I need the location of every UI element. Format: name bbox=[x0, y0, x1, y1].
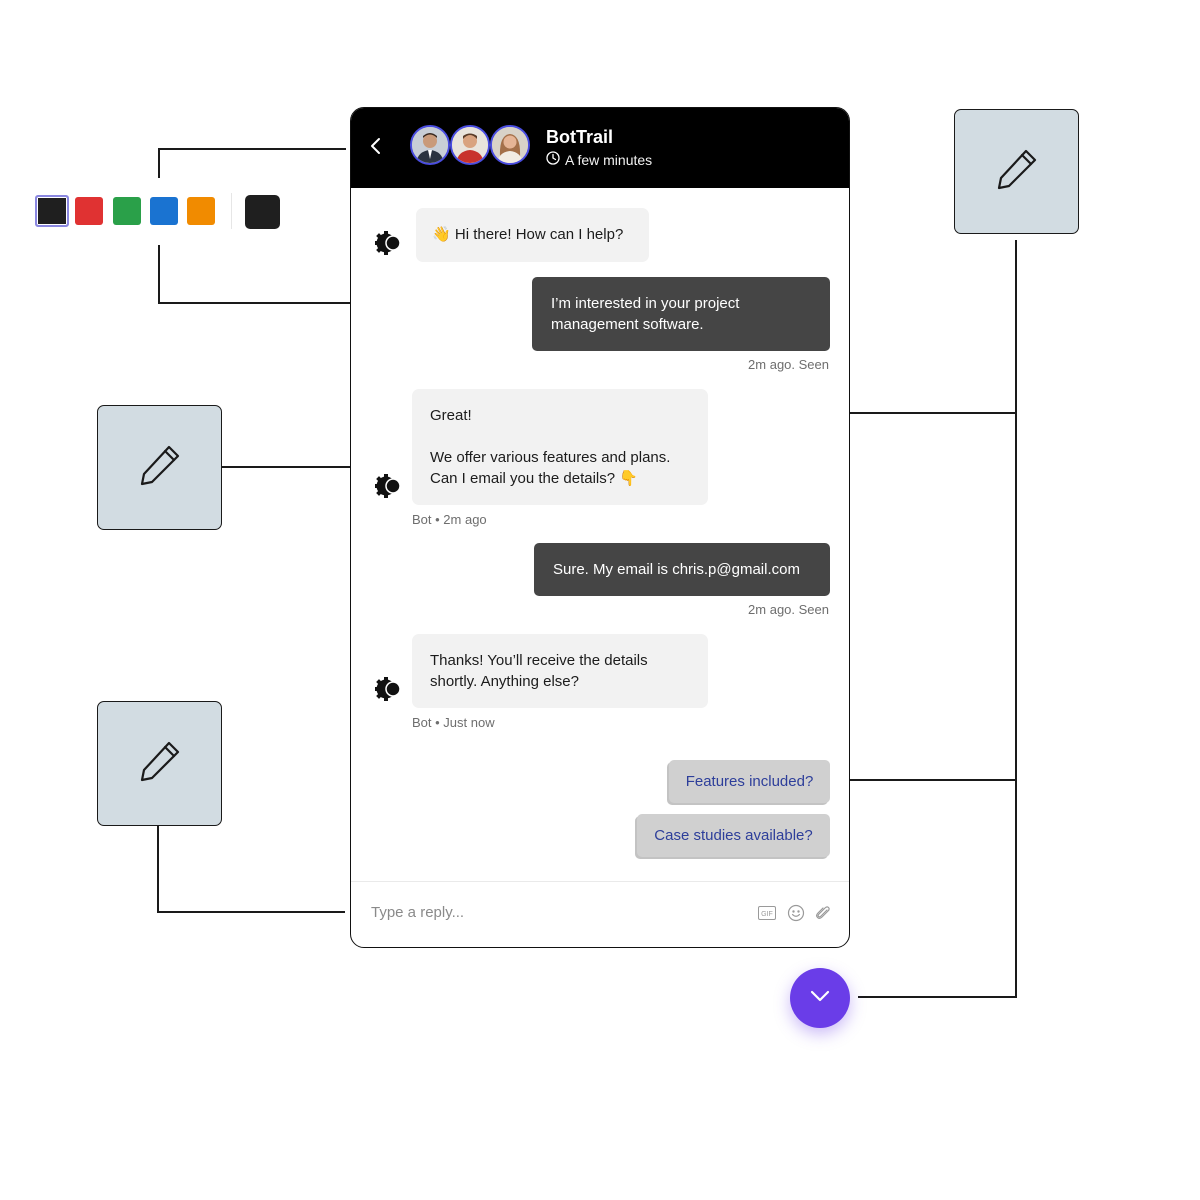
bot-message: 👋 Hi there! How can I help? bbox=[416, 208, 649, 262]
edit-bot-message-button[interactable] bbox=[97, 405, 222, 530]
connector-line bbox=[221, 466, 361, 468]
chevron-down-icon bbox=[809, 989, 831, 1008]
chat-header: BotTrail A few minutes bbox=[351, 108, 849, 188]
swatch-orange[interactable] bbox=[187, 197, 215, 225]
svg-text:GIF: GIF bbox=[761, 911, 773, 918]
pencil-icon bbox=[993, 145, 1041, 198]
back-button[interactable] bbox=[365, 137, 387, 159]
edit-header-button[interactable] bbox=[954, 109, 1079, 234]
connector-line bbox=[858, 996, 1016, 998]
connector-line bbox=[158, 245, 160, 303]
connector-line bbox=[157, 825, 159, 912]
message-meta: 2m ago. Seen bbox=[748, 602, 829, 617]
bot-avatar-icon bbox=[373, 471, 403, 501]
clock-icon bbox=[546, 151, 560, 168]
minimize-chat-button[interactable] bbox=[790, 968, 850, 1028]
paperclip-icon[interactable] bbox=[813, 903, 833, 923]
reply-input[interactable] bbox=[351, 894, 741, 930]
suggestion-features[interactable]: Features included? bbox=[669, 760, 830, 803]
bot-message: Great! We offer various features and pla… bbox=[412, 389, 708, 505]
wave-emoji: 👋 bbox=[432, 226, 451, 243]
edit-composer-button[interactable] bbox=[97, 701, 222, 826]
message-meta: Bot • 2m ago bbox=[412, 512, 487, 527]
avatar bbox=[410, 125, 450, 165]
connector-line bbox=[837, 779, 1016, 781]
pencil-icon bbox=[136, 441, 184, 494]
message-line: We offer various features and plans. bbox=[430, 449, 671, 466]
connector-line bbox=[158, 148, 160, 178]
swatch-blue[interactable] bbox=[150, 197, 178, 225]
swatch-red[interactable] bbox=[75, 197, 103, 225]
user-message: Sure. My email is chris.p@gmail.com bbox=[534, 543, 830, 596]
current-color-swatch[interactable] bbox=[245, 195, 280, 229]
avatar bbox=[490, 125, 530, 165]
message-line: I’m interested in your project bbox=[551, 295, 740, 312]
message-line: Great! bbox=[430, 407, 472, 424]
suggestion-case-studies[interactable]: Case studies available? bbox=[637, 814, 830, 857]
gif-icon[interactable]: GIF bbox=[757, 903, 777, 923]
chat-status-text: A few minutes bbox=[565, 151, 653, 168]
chat-status: A few minutes bbox=[546, 151, 652, 168]
message-line: shortly. Anything else? bbox=[430, 673, 579, 690]
composer-divider bbox=[351, 881, 849, 882]
swatch-black[interactable] bbox=[35, 195, 69, 227]
palette-divider bbox=[231, 193, 232, 229]
message-line bbox=[430, 426, 708, 447]
bot-avatar-icon bbox=[373, 228, 403, 258]
message-line: Can I email you the details? 👇 bbox=[430, 470, 638, 487]
message-meta: 2m ago. Seen bbox=[748, 357, 829, 372]
message-meta: Bot • Just now bbox=[412, 715, 495, 730]
bot-message-text: Sure. My email is chris.p@gmail.com bbox=[553, 561, 800, 578]
connector-line bbox=[157, 911, 345, 913]
chat-widget: BotTrail A few minutes 👋 Hi there! How c… bbox=[350, 107, 850, 948]
message-line: Thanks! You’ll receive the details bbox=[430, 652, 648, 669]
bot-avatar-icon bbox=[373, 674, 403, 704]
bot-message-text: Hi there! How can I help? bbox=[454, 226, 624, 243]
avatar bbox=[450, 125, 490, 165]
connector-line bbox=[1015, 240, 1017, 998]
chevron-left-icon bbox=[369, 137, 383, 160]
user-message: I’m interested in your project managemen… bbox=[532, 277, 830, 351]
swatch-green[interactable] bbox=[113, 197, 141, 225]
pencil-icon bbox=[136, 737, 184, 790]
bot-message: Thanks! You’ll receive the details short… bbox=[412, 634, 708, 708]
chat-title: BotTrail bbox=[546, 127, 614, 147]
emoji-icon[interactable] bbox=[786, 903, 806, 923]
message-line: management software. bbox=[551, 316, 704, 333]
connector-line bbox=[158, 148, 346, 150]
